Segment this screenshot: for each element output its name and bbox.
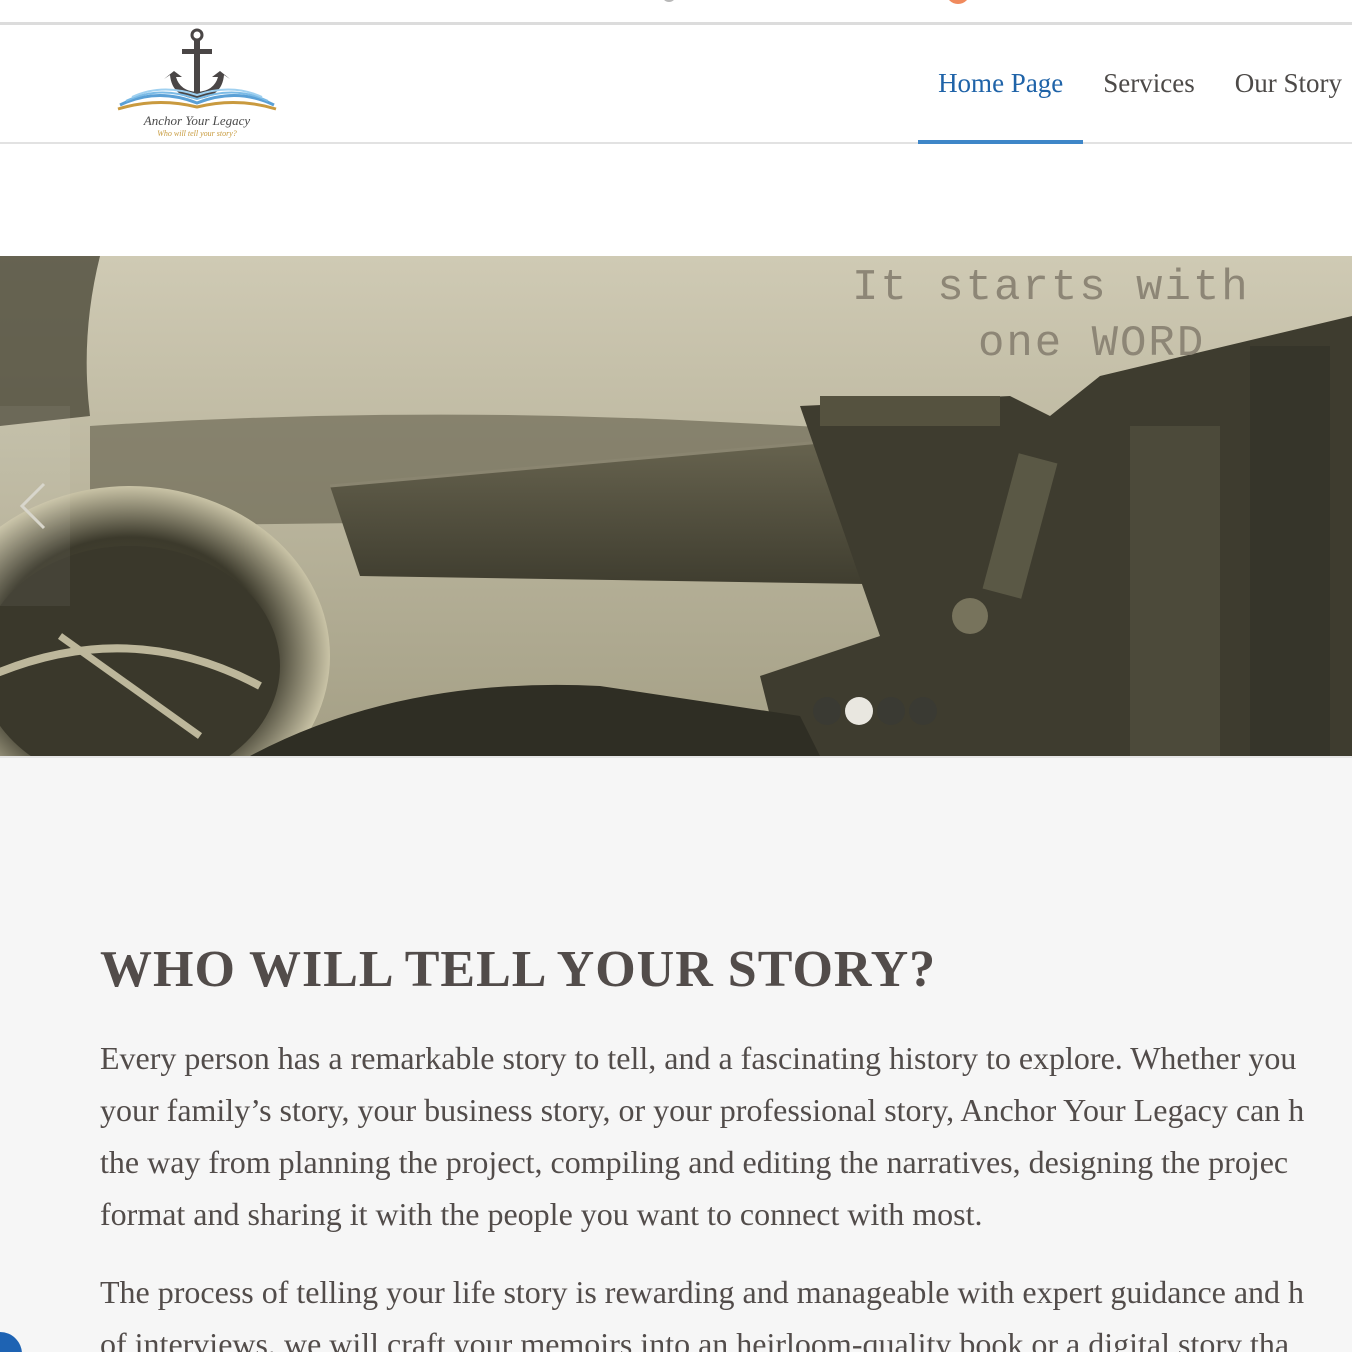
paragraph-1-line: Every person has a remarkable story to t… (100, 1040, 1297, 1076)
paragraph-1-line: your family’s story, your business story… (100, 1092, 1305, 1128)
slider-prev-button[interactable] (0, 406, 70, 606)
intro-heading: WHO WILL TELL YOUR STORY? (100, 941, 937, 998)
paragraph-2-line: The process of telling your life story i… (100, 1274, 1305, 1310)
main-nav: Home Page Services Our Story (918, 25, 1352, 144)
nav-home-page-label: Home Page (938, 68, 1064, 98)
hero-slider: It starts with one WORD (0, 256, 1352, 756)
top-decoration-accent (946, 0, 970, 4)
hero-caption-line2: one WORD (978, 319, 1206, 369)
nav-our-story-label: Our Story (1234, 68, 1342, 98)
top-decoration (662, 0, 676, 2)
browser-top-strip (0, 0, 1352, 25)
hero-caption-line1: It starts with (852, 263, 1250, 313)
intro-paragraph-2: The process of telling your life story i… (100, 1266, 1352, 1352)
slider-dot-2[interactable] (845, 697, 873, 725)
nav-home-page[interactable]: Home Page (918, 25, 1084, 144)
hero-caption: It starts with one WORD (852, 260, 1250, 372)
page: Anchor Your Legacy Who will tell your st… (0, 0, 1352, 1352)
paragraph-1-line: format and sharing it with the people yo… (100, 1196, 983, 1232)
paragraph-2-line: of interviews, we will craft your memoir… (100, 1326, 1290, 1352)
nav-our-story[interactable]: Our Story (1215, 25, 1352, 142)
slider-pagination (813, 697, 937, 725)
intro-section: WHO WILL TELL YOUR STORY? Every person h… (0, 756, 1352, 1352)
nav-services-label: Services (1103, 68, 1195, 98)
slider-dot-1[interactable] (813, 697, 841, 725)
corner-accent (0, 1332, 22, 1352)
anchor-book-icon (117, 28, 277, 111)
logo-name: Anchor Your Legacy (143, 113, 251, 128)
site-logo[interactable]: Anchor Your Legacy Who will tell your st… (112, 27, 282, 141)
nav-services[interactable]: Services (1083, 25, 1214, 142)
paragraph-1-line: the way from planning the project, compi… (100, 1144, 1289, 1180)
slider-dot-4[interactable] (909, 697, 937, 725)
intro-paragraph-1: Every person has a remarkable story to t… (100, 1032, 1352, 1240)
site-header: Anchor Your Legacy Who will tell your st… (0, 25, 1352, 144)
chevron-left-icon (19, 482, 46, 530)
slider-dot-3[interactable] (877, 697, 905, 725)
logo-tagline: Who will tell your story? (157, 129, 237, 138)
